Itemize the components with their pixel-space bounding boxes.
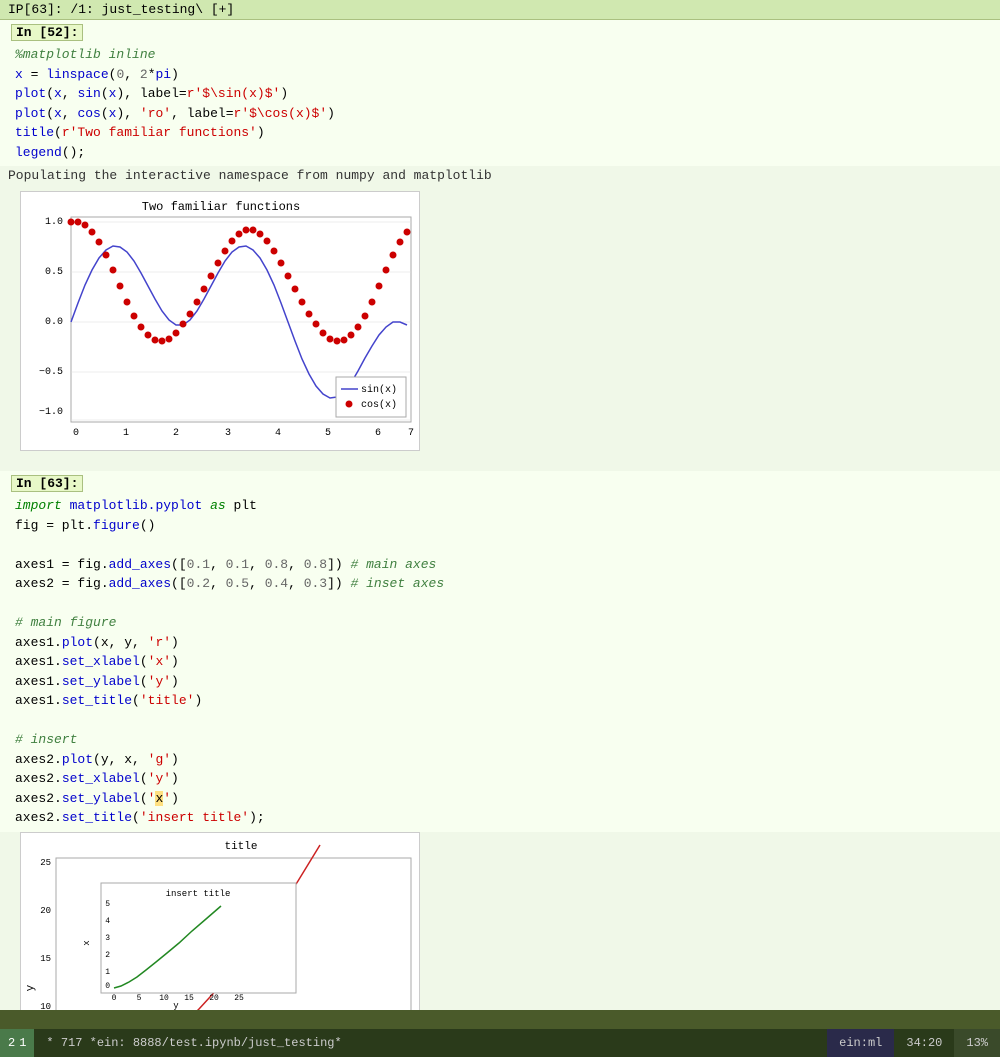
- svg-text:10: 10: [159, 994, 169, 1003]
- status-position: 34:20: [894, 1029, 954, 1057]
- title-bar: IP[63]: /1: just_testing\ [+]: [0, 0, 1000, 20]
- code-line: axes1 = fig.add_axes([0.1, 0.1, 0.8, 0.8…: [15, 555, 992, 575]
- status-file: * 717 *ein: 8888/test.ipynb/just_testing…: [34, 1029, 827, 1057]
- code-line: import matplotlib.pyplot as plt: [15, 496, 992, 516]
- svg-text:20: 20: [209, 994, 219, 1003]
- svg-text:5: 5: [105, 900, 110, 909]
- svg-text:25: 25: [40, 858, 51, 868]
- svg-text:4: 4: [275, 428, 281, 439]
- svg-text:−1.0: −1.0: [39, 407, 63, 418]
- svg-text:1.0: 1.0: [45, 217, 63, 228]
- code-line: %matplotlib inline: [15, 45, 992, 65]
- code-line: fig = plt.figure(): [15, 516, 992, 536]
- status-kernel: ein:ml: [827, 1029, 894, 1057]
- svg-text:0: 0: [112, 994, 117, 1003]
- svg-text:10: 10: [40, 1002, 51, 1011]
- code-line: axes2 = fig.add_axes([0.2, 0.5, 0.4, 0.3…: [15, 574, 992, 594]
- svg-text:3: 3: [225, 428, 231, 439]
- inset-xlabel: y: [173, 1001, 179, 1011]
- cell-1-prompt: In [52]:: [11, 24, 83, 41]
- code-line: axes2.set_title('insert title');: [15, 808, 992, 828]
- svg-text:20: 20: [40, 906, 51, 916]
- status-percent: 13%: [954, 1029, 1000, 1057]
- svg-text:2: 2: [105, 951, 110, 960]
- code-line: axes1.set_xlabel('x'): [15, 652, 992, 672]
- svg-text:25: 25: [234, 994, 244, 1003]
- cos-legend-label: cos(x): [361, 399, 397, 411]
- svg-text:0: 0: [73, 428, 79, 439]
- svg-text:2: 2: [173, 428, 179, 439]
- code-line: axes1.plot(x, y, 'r'): [15, 633, 992, 653]
- cell-2[interactable]: In [63]: import matplotlib.pyplot as plt…: [0, 471, 1000, 832]
- cell-1[interactable]: In [52]: %matplotlib inline x = linspace…: [0, 20, 1000, 166]
- svg-text:3: 3: [105, 934, 110, 943]
- notebook[interactable]: IP[63]: /1: just_testing\ [+] In [52]: %…: [0, 0, 1000, 1010]
- svg-text:1: 1: [123, 428, 129, 439]
- code-line: axes2.set_ylabel('x'): [15, 789, 992, 809]
- code-line: axes2.plot(y, x, 'g'): [15, 750, 992, 770]
- chart-1: Two familiar functions 1.0 0.5 0.0 −0.5 …: [20, 191, 420, 451]
- cell-2-prompt: In [63]:: [11, 475, 83, 492]
- status-bar: 2 1 * 717 *ein: 8888/test.ipynb/just_tes…: [0, 1029, 1000, 1057]
- code-line: axes1.set_ylabel('y'): [15, 672, 992, 692]
- code-line: x = linspace(0, 2*pi): [15, 65, 992, 85]
- code-line: [15, 594, 992, 614]
- code-line: [15, 535, 992, 555]
- code-line: title(r'Two familiar functions'): [15, 123, 992, 143]
- svg-text:0: 0: [105, 982, 110, 991]
- chart1-title: Two familiar functions: [142, 200, 300, 214]
- title-text: IP[63]: /1: just_testing\ [+]: [8, 2, 234, 17]
- chart-2-container: title y 25 20 15 10 5 0 0 1 2 3 4 5 x: [0, 832, 1000, 1011]
- chart2-title: title: [224, 841, 257, 853]
- code-line: [15, 711, 992, 731]
- cell-2-code[interactable]: import matplotlib.pyplot as plt fig = pl…: [11, 496, 992, 828]
- code-line: plot(x, sin(x), label=r'$\sin(x)$'): [15, 84, 992, 104]
- svg-text:4: 4: [105, 917, 110, 926]
- svg-text:15: 15: [184, 994, 194, 1003]
- cell-num-2: 1: [19, 1036, 26, 1050]
- code-line: axes2.set_xlabel('y'): [15, 769, 992, 789]
- cell-num-1: 2: [8, 1036, 15, 1050]
- cell-1-output: Populating the interactive namespace fro…: [0, 166, 1000, 191]
- chart-1-container: Two familiar functions 1.0 0.5 0.0 −0.5 …: [0, 191, 1000, 471]
- svg-text:7: 7: [408, 428, 414, 439]
- code-line: axes1.set_title('title'): [15, 691, 992, 711]
- svg-text:5: 5: [325, 428, 331, 439]
- svg-text:5: 5: [137, 994, 142, 1003]
- output-text: Populating the interactive namespace fro…: [8, 168, 492, 183]
- svg-text:6: 6: [375, 428, 381, 439]
- svg-text:−0.5: −0.5: [39, 367, 63, 378]
- svg-text:15: 15: [40, 954, 51, 964]
- svg-text:1: 1: [105, 968, 110, 977]
- chart-2: title y 25 20 15 10 5 0 0 1 2 3 4 5 x: [20, 832, 420, 1011]
- inset-title: insert title: [166, 889, 231, 899]
- svg-text:0.0: 0.0: [45, 317, 63, 328]
- cell-1-code[interactable]: %matplotlib inline x = linspace(0, 2*pi)…: [11, 45, 992, 162]
- status-cell-numbers: 2 1: [0, 1029, 34, 1057]
- code-line: legend();: [15, 143, 992, 163]
- code-line: # insert: [15, 730, 992, 750]
- svg-text:0.5: 0.5: [45, 267, 63, 278]
- inset-ylabel: x: [82, 940, 92, 945]
- code-line: # main figure: [15, 613, 992, 633]
- code-line: plot(x, cos(x), 'ro', label=r'$\cos(x)$'…: [15, 104, 992, 124]
- chart2-ylabel: y: [25, 984, 37, 991]
- sin-legend-label: sin(x): [361, 384, 397, 396]
